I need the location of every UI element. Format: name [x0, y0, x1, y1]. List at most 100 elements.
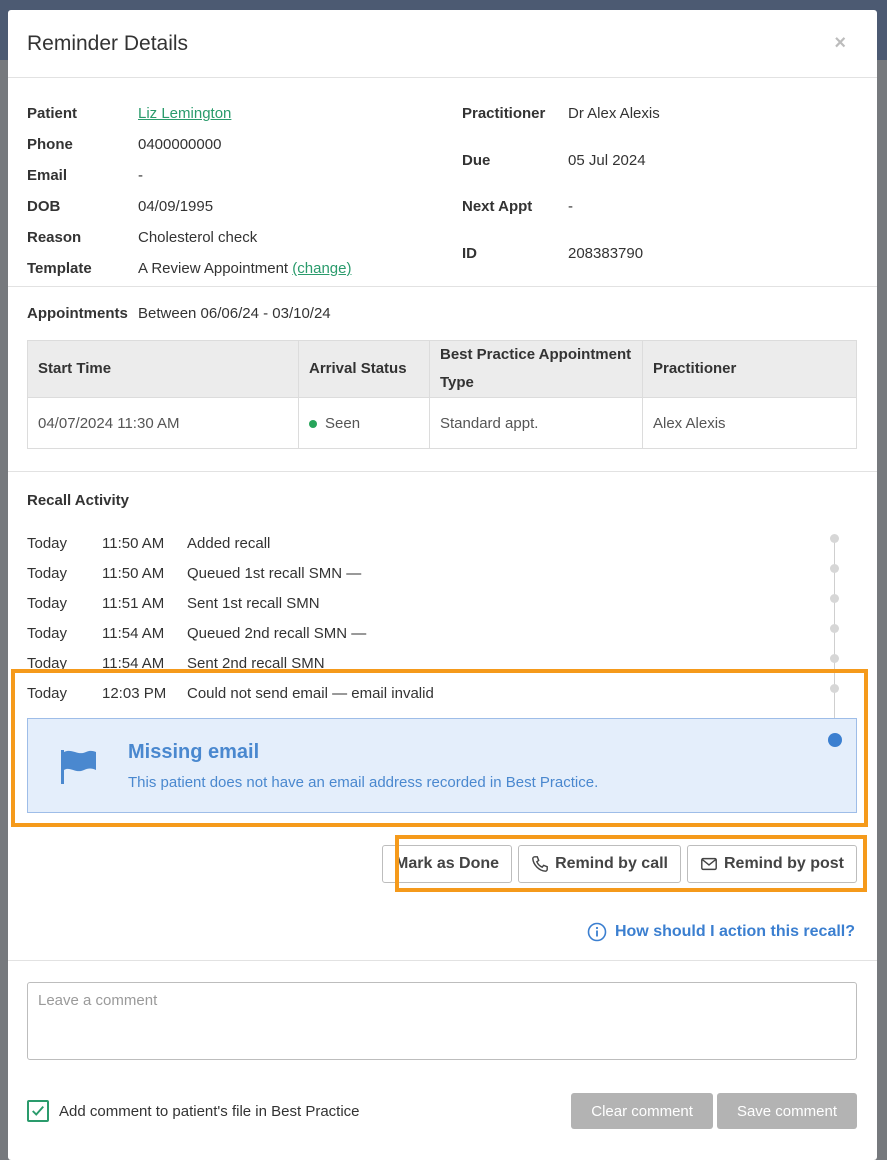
practitioner-value: Dr Alex Alexis: [568, 105, 660, 122]
activity-text: Sent 1st recall SMN: [187, 594, 320, 612]
modal-title: Reminder Details: [27, 31, 189, 55]
activity-day: Today: [27, 564, 68, 582]
dob-label: DOB: [27, 198, 61, 215]
timeline-dot: [830, 564, 839, 573]
activity-day: Today: [27, 534, 68, 552]
appointments-heading: Appointments Between 06/06/24 - 03/10/24: [27, 305, 858, 322]
timeline-dot: [830, 684, 839, 693]
reminder-details-modal: Reminder Details × Patient Liz Lemington…: [8, 10, 877, 1160]
appointments-label: Appointments: [27, 305, 128, 322]
details-right-column: Practitioner Dr Alex Alexis Due 05 Jul 2…: [462, 100, 660, 286]
column-header-start-time: Start Time: [27, 340, 299, 398]
remind-by-call-button[interactable]: Remind by call: [518, 845, 681, 883]
remind-by-post-button[interactable]: Remind by post: [686, 845, 857, 883]
patient-label: Patient: [27, 105, 78, 122]
activity-day: Today: [27, 684, 68, 702]
appointments-table: Start Time Arrival Status Best Practice …: [27, 340, 857, 449]
status-dot-icon: [309, 419, 317, 428]
id-label: ID: [462, 244, 477, 262]
close-icon[interactable]: ×: [834, 32, 858, 55]
patient-name-link[interactable]: Liz Lemington: [138, 105, 231, 122]
timeline-dot: [830, 654, 839, 663]
add-to-file-label: Add comment to patient's file in Best Pr…: [59, 1102, 360, 1120]
cell-arrival-status: Seen: [298, 397, 430, 449]
next-appt-label: Next Appt: [462, 198, 533, 215]
timeline-dot: [830, 594, 839, 603]
comment-footer: Add comment to patient's file in Best Pr…: [27, 1093, 857, 1129]
modal-header: Reminder Details ×: [8, 10, 877, 78]
email-label: Email: [27, 167, 68, 184]
activity-text: Queued 2nd recall SMN —: [187, 624, 367, 642]
recall-activity-heading: Recall Activity: [27, 492, 129, 509]
activity-row: Today 11:50 AM Queued 1st recall SMN —: [27, 558, 858, 588]
due-label: Due: [462, 151, 491, 169]
activity-time: 11:51 AM: [102, 594, 165, 612]
due-value: 05 Jul 2024: [568, 151, 646, 169]
timeline-current-dot: [828, 733, 842, 747]
template-change-link[interactable]: (change): [292, 260, 351, 277]
activity-time: 11:54 AM: [102, 654, 165, 672]
add-to-file-checkbox[interactable]: [27, 1100, 49, 1122]
alert-content: Missing email This patient does not have…: [128, 741, 598, 791]
flag-icon: [61, 749, 96, 784]
activity-time: 11:54 AM: [102, 624, 165, 642]
remind-by-call-label: Remind by call: [555, 855, 668, 872]
action-buttons: Mark as Done Remind by call Remind by po…: [382, 845, 857, 883]
mark-as-done-label: Mark as Done: [395, 855, 500, 872]
email-value: -: [138, 167, 143, 184]
phone-value: 0400000000: [138, 136, 222, 153]
cell-practitioner: Alex Alexis: [642, 397, 857, 449]
phone-label: Phone: [27, 136, 73, 153]
practitioner-label: Practitioner: [462, 105, 546, 122]
template-value: A Review Appointment: [138, 260, 289, 277]
alert-title: Missing email: [128, 740, 260, 763]
table-header-row: Start Time Arrival Status Best Practice …: [27, 340, 857, 398]
mark-as-done-button[interactable]: Mark as Done: [382, 845, 513, 883]
patient-details: Patient Liz Lemington Phone 0400000000 E…: [8, 78, 877, 287]
checkmark-icon: [32, 1105, 44, 1116]
next-appt-value: -: [568, 198, 573, 215]
activity-row: Today 11:51 AM Sent 1st recall SMN: [27, 588, 858, 618]
template-value-wrap: A Review Appointment (change): [138, 255, 462, 283]
help-link[interactable]: How should I action this recall?: [587, 922, 855, 942]
cell-start-time: 04/07/2024 11:30 AM: [27, 397, 299, 449]
envelope-icon: [701, 857, 717, 871]
timeline-dot: [830, 624, 839, 633]
column-header-arrival-status: Arrival Status: [298, 340, 430, 398]
comment-input[interactable]: [27, 982, 857, 1060]
id-value: 208383790: [568, 244, 644, 262]
activity-time: 11:50 AM: [102, 564, 165, 582]
recall-activity-section: Recall Activity Today 11:50 AM Added recal…: [8, 472, 877, 708]
dob-value: 04/09/1995: [138, 198, 214, 215]
section-divider: [8, 960, 877, 961]
status-text: Seen: [325, 414, 361, 432]
activity-text: Could not send email — email invalid: [187, 684, 434, 702]
remind-by-post-label: Remind by post: [723, 855, 844, 872]
activity-day: Today: [27, 654, 68, 672]
details-left-column: Patient Liz Lemington Phone 0400000000 E…: [27, 100, 462, 286]
cell-appointment-type: Standard appt.: [429, 397, 643, 449]
activity-time: 12:03 PM: [102, 684, 167, 702]
appointments-range: Between 06/06/24 - 03/10/24: [138, 305, 331, 322]
table-row: 04/07/2024 11:30 AM Seen Standard appt. …: [27, 397, 857, 449]
clear-comment-button[interactable]: Clear comment: [571, 1093, 713, 1129]
column-header-appointment-type: Best Practice Appointment Type: [429, 340, 643, 398]
activity-time: 11:50 AM: [102, 534, 165, 552]
activity-row: Today 11:54 AM Sent 2nd recall SMN: [27, 648, 858, 678]
help-link-label: How should I action this recall?: [614, 923, 855, 940]
column-header-practitioner: Practitioner: [642, 340, 857, 398]
reason-value: Cholesterol check: [138, 229, 258, 246]
activity-row: Today 12:03 PM Could not send email — emai…: [27, 678, 858, 708]
activity-text: Queued 1st recall SMN —: [187, 564, 362, 582]
template-label: Template: [27, 260, 92, 277]
alert-text: This patient does not have an email addr…: [128, 773, 599, 791]
activity-day: Today: [27, 594, 68, 612]
appointments-section: Appointments Between 06/06/24 - 03/10/24…: [8, 287, 877, 472]
activity-row: Today 11:54 AM Queued 2nd recall SMN —: [27, 618, 858, 648]
save-comment-button[interactable]: Save comment: [716, 1093, 857, 1129]
phone-icon: [532, 856, 548, 872]
reason-label: Reason: [27, 229, 82, 246]
activity-text: Sent 2nd recall SMN: [187, 654, 325, 672]
info-icon: [587, 922, 607, 942]
activity-row: Today 11:50 AM Added recall: [27, 528, 858, 558]
